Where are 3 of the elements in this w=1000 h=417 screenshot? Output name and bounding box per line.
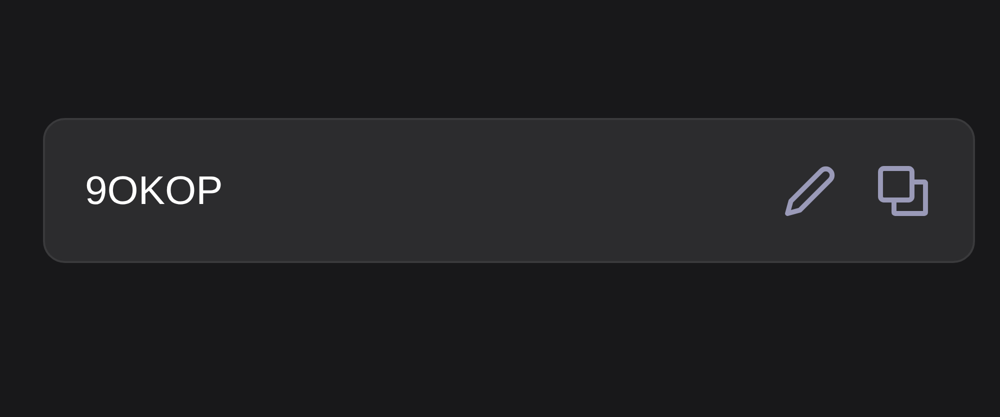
pencil-icon	[783, 164, 837, 218]
copy-icon	[876, 164, 930, 218]
code-text: 9OKOP	[85, 170, 223, 210]
